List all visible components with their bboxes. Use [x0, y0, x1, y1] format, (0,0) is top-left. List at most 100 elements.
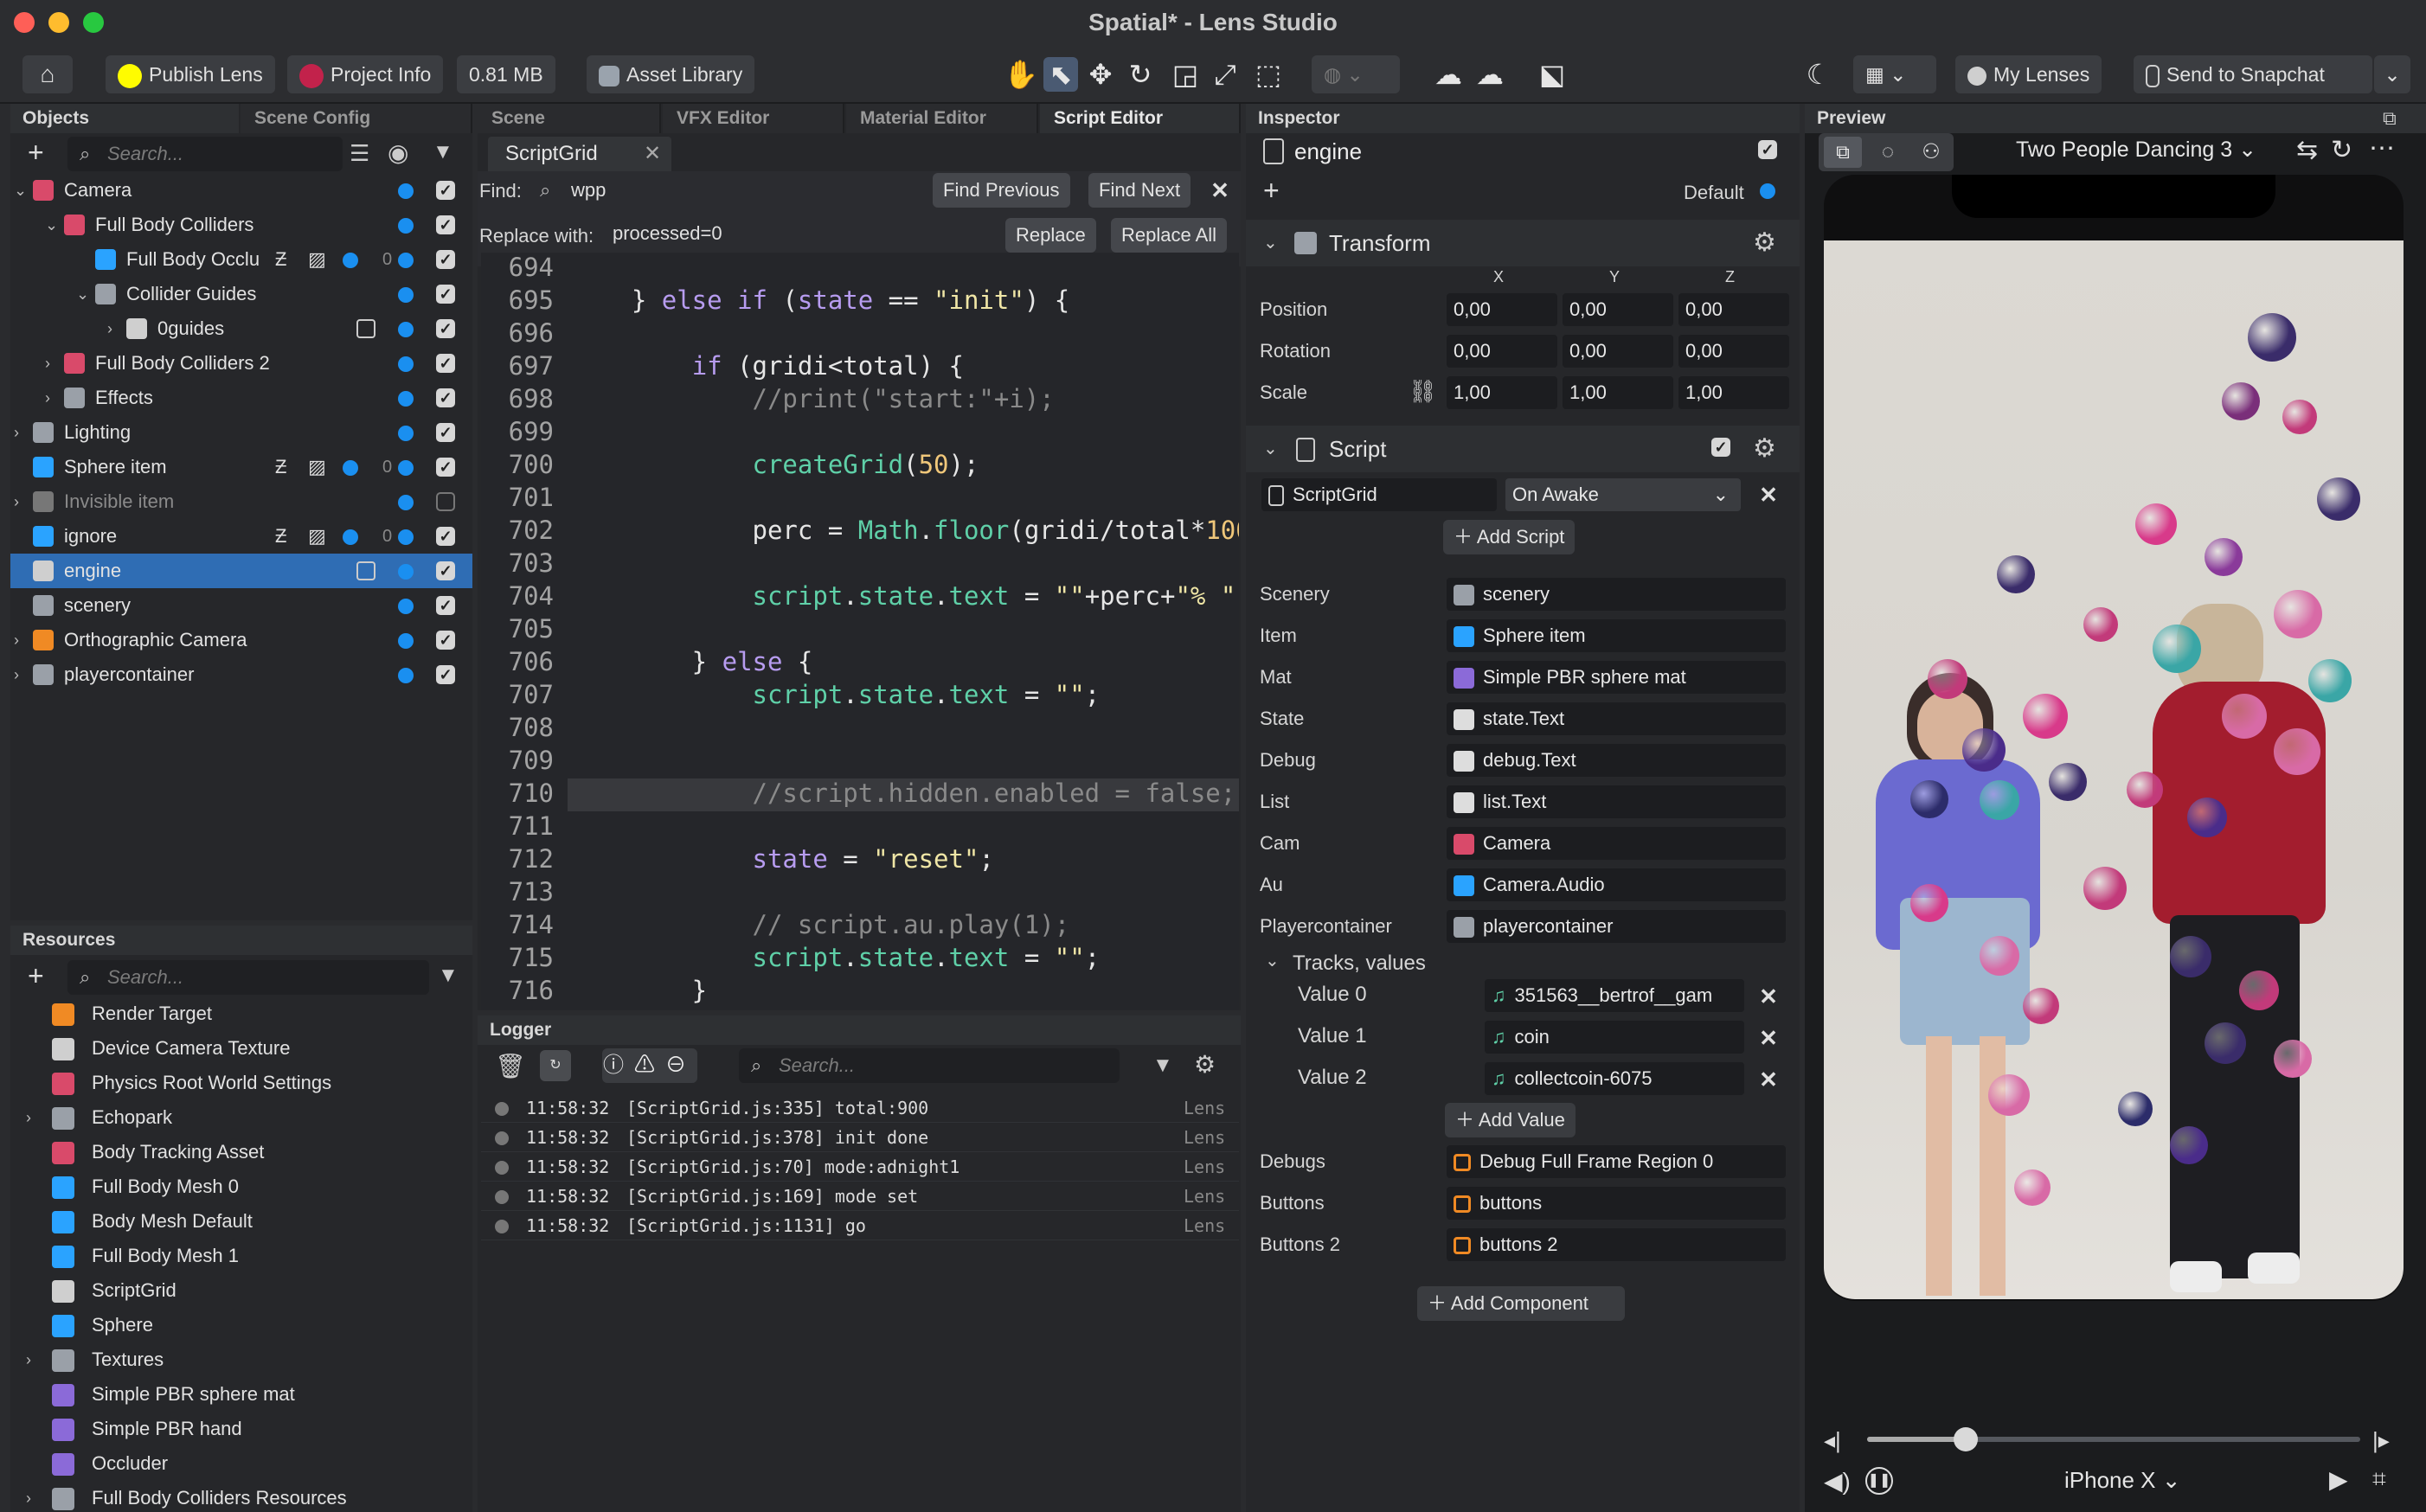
- filter-icon[interactable]: ▼: [438, 964, 459, 988]
- face-mode-icon[interactable]: ⚇: [1912, 137, 1950, 168]
- enabled-checkbox[interactable]: ✓: [436, 665, 455, 684]
- find-next-button[interactable]: Find Next: [1088, 173, 1191, 208]
- add-object-icon[interactable]: ☁: [1473, 57, 1507, 92]
- chevron-right-icon[interactable]: ›: [26, 1100, 31, 1135]
- logger-search-input[interactable]: ⌕ Search...: [739, 1048, 1120, 1083]
- scale-tool-icon[interactable]: ◲: [1168, 57, 1203, 92]
- chevron-down-icon[interactable]: ⌄: [45, 208, 62, 242]
- script-section-header[interactable]: ⌄ Script ✓ ⚙: [1246, 426, 1800, 472]
- dark-mode-icon[interactable]: ☾: [1801, 57, 1836, 92]
- gear-icon[interactable]: ⚙: [1753, 426, 1776, 472]
- script-field-buttons-2[interactable]: buttons 2: [1447, 1228, 1786, 1261]
- replace-all-button[interactable]: Replace All: [1111, 218, 1228, 253]
- chevron-right-icon[interactable]: ›: [45, 381, 62, 415]
- chevron-right-icon[interactable]: ›: [14, 415, 31, 450]
- chevron-right-icon[interactable]: ›: [26, 1481, 31, 1512]
- resource-item[interactable]: Occluder: [10, 1446, 472, 1481]
- resource-item[interactable]: Body Tracking Asset: [10, 1135, 472, 1169]
- layer-dot[interactable]: [398, 599, 414, 614]
- resources-search-input[interactable]: ⌕ Search...: [67, 960, 429, 995]
- tab-script-editor[interactable]: Script Editor: [1040, 104, 1241, 133]
- camera-mode-icon[interactable]: ⧉: [1824, 137, 1862, 168]
- device-select[interactable]: iPhone X ⌄: [2064, 1467, 2181, 1494]
- enabled-checkbox[interactable]: ✓: [436, 285, 455, 304]
- add-component-button[interactable]: ＋ Add Component: [1417, 1286, 1625, 1321]
- hand-tool-icon[interactable]: ✋: [1004, 57, 1038, 92]
- tree-row-full-body-occlu[interactable]: Full Body Occlu Ƶ ▨ 0 ✓: [10, 242, 472, 277]
- enabled-checkbox[interactable]: ✓: [436, 181, 455, 200]
- position-x-field[interactable]: 0,00: [1447, 293, 1557, 326]
- filter-icon[interactable]: ▼: [1152, 1054, 1173, 1078]
- log-level-filters[interactable]: ⓘ⚠⊖: [602, 1048, 697, 1083]
- chevron-down-icon[interactable]: ⌄: [14, 173, 31, 208]
- chevron-right-icon[interactable]: ›: [26, 1342, 31, 1377]
- hierarchy-icon[interactable]: ☰: [350, 140, 369, 167]
- step-back-icon[interactable]: ◂|: [1824, 1427, 1841, 1454]
- tree-row-camera[interactable]: ⌄ Camera ✓: [10, 173, 472, 208]
- tree-row-playercontainer[interactable]: › playercontainer ✓: [10, 657, 472, 692]
- script-field-mat[interactable]: Simple PBR sphere mat: [1447, 661, 1786, 694]
- playback-slider[interactable]: [1867, 1427, 2360, 1451]
- find-previous-button[interactable]: Find Previous: [933, 173, 1070, 208]
- add-object-button[interactable]: +: [28, 137, 44, 169]
- remove-script-icon[interactable]: ✕: [1758, 484, 1779, 506]
- close-icon[interactable]: ✕: [644, 137, 661, 171]
- add-resource-button[interactable]: +: [28, 960, 44, 992]
- enabled-checkbox[interactable]: ✓: [436, 319, 455, 338]
- interactive-mode-icon[interactable]: ◌: [1869, 137, 1907, 168]
- tree-row-engine[interactable]: engine ✓: [10, 554, 472, 588]
- asset-library-button[interactable]: Asset Library: [587, 55, 755, 93]
- close-find-icon[interactable]: ✕: [1210, 179, 1230, 202]
- tree-row-scenery[interactable]: scenery ✓: [10, 588, 472, 623]
- layer-dot[interactable]: [398, 460, 414, 476]
- settings-icon[interactable]: ⚙: [1194, 1050, 1216, 1079]
- enabled-checkbox[interactable]: ✓: [436, 250, 455, 269]
- add-value-button[interactable]: ＋ Add Value: [1445, 1103, 1576, 1137]
- resource-item[interactable]: Sphere: [10, 1308, 472, 1342]
- object-enabled-checkbox[interactable]: ✓: [1758, 140, 1777, 159]
- resource-item[interactable]: › Full Body Colliders Resources: [10, 1481, 472, 1512]
- script-field-au[interactable]: Camera.Audio: [1447, 868, 1786, 901]
- file-tab-scriptgrid[interactable]: ScriptGrid ✕: [488, 137, 671, 171]
- reset-preview-icon[interactable]: ↻: [2331, 135, 2352, 165]
- layer-dot[interactable]: [398, 356, 414, 372]
- object-name[interactable]: engine: [1294, 138, 1362, 165]
- playback-knob[interactable]: [1954, 1427, 1978, 1451]
- rotate-tool-icon[interactable]: ↻: [1123, 57, 1158, 92]
- script-field-playercontainer[interactable]: playercontainer: [1447, 910, 1786, 943]
- error-icon[interactable]: ⊖: [665, 1054, 696, 1077]
- layer-dot[interactable]: [1760, 183, 1775, 199]
- script-event-select[interactable]: On Awake ⌄: [1505, 478, 1741, 511]
- chevron-right-icon[interactable]: ›: [107, 311, 125, 346]
- track-value-field[interactable]: ♫ 351563__bertrof__gam: [1485, 979, 1744, 1012]
- log-row[interactable]: 11:58:32 [ScriptGrid.js:1131] go Lens: [481, 1211, 1239, 1240]
- transform-section-header[interactable]: ⌄ Transform ⚙: [1246, 220, 1800, 266]
- add-component-plus-button[interactable]: +: [1263, 175, 1280, 207]
- scale-x-field[interactable]: 1,00: [1447, 376, 1557, 409]
- track-value-field[interactable]: ♫ coin: [1485, 1021, 1744, 1054]
- script-field-state[interactable]: state.Text: [1447, 702, 1786, 735]
- replace-input[interactable]: processed=0: [613, 216, 959, 251]
- more-options-icon[interactable]: ⋯: [2369, 133, 2395, 163]
- remove-track-icon[interactable]: ✕: [1758, 985, 1779, 1008]
- layer-dot[interactable]: [398, 426, 414, 441]
- select-tool-icon[interactable]: ⬉: [1043, 57, 1078, 92]
- tab-scene[interactable]: Scene: [478, 104, 661, 133]
- log-row[interactable]: 11:58:32 [ScriptGrid.js:378] init done Len…: [481, 1123, 1239, 1152]
- resource-item[interactable]: Physics Root World Settings: [10, 1066, 472, 1100]
- my-lenses-button[interactable]: My Lenses: [1955, 55, 2102, 93]
- enabled-checkbox[interactable]: ✓: [436, 561, 455, 580]
- rotation-x-field[interactable]: 0,00: [1447, 335, 1557, 368]
- info-icon[interactable]: ⓘ: [603, 1054, 634, 1077]
- publish-lens-button[interactable]: Publish Lens: [106, 55, 275, 93]
- layer-dot[interactable]: [398, 668, 414, 683]
- resource-item[interactable]: Full Body Mesh 1: [10, 1239, 472, 1273]
- warning-icon[interactable]: ⚠: [634, 1054, 665, 1077]
- rotation-y-field[interactable]: 0,00: [1563, 335, 1673, 368]
- tree-row-sphere-item[interactable]: Sphere item Ƶ ▨ 0 ✓: [10, 450, 472, 484]
- enabled-checkbox[interactable]: ✓: [436, 388, 455, 407]
- clear-on-run-icon[interactable]: ↻: [540, 1050, 571, 1081]
- tab-scene-config[interactable]: Scene Config: [241, 104, 472, 133]
- tab-vfx-editor[interactable]: VFX Editor: [663, 104, 844, 133]
- resource-item[interactable]: › Echopark: [10, 1100, 472, 1135]
